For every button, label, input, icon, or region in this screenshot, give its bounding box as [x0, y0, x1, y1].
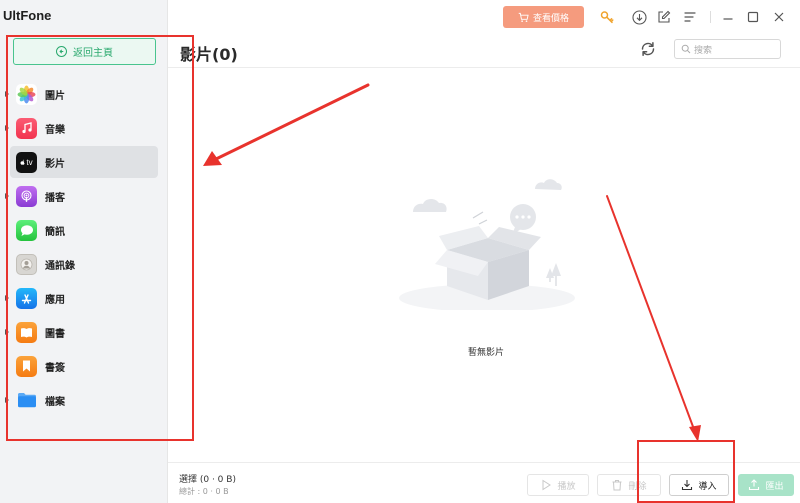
- photos-icon: [16, 83, 37, 105]
- sidebar-item-label: 通訊錄: [45, 260, 75, 272]
- sidebar-item-label: 書簽: [45, 362, 65, 374]
- sidebar-item-photos[interactable]: 圖片: [5, 78, 158, 110]
- bookmark-icon: [16, 355, 37, 377]
- podcast-icon: [16, 185, 37, 207]
- selection-status: 選擇 (0 · 0 B): [179, 475, 236, 485]
- import-label: 導入: [698, 481, 717, 492]
- refresh-icon[interactable]: [639, 40, 657, 58]
- sidebar-item-label: 圖書: [45, 328, 65, 340]
- minimize-icon[interactable]: [720, 9, 736, 25]
- sidebar-item-contacts[interactable]: 通訊錄: [10, 248, 158, 280]
- sidebar-item-apps[interactable]: 應用: [5, 282, 158, 314]
- view-price-button[interactable]: 查看價格: [503, 6, 584, 28]
- page-title: 影片(0): [180, 45, 238, 64]
- import-icon: [682, 480, 693, 491]
- export-label: 匯出: [765, 481, 784, 492]
- import-button[interactable]: 導入: [669, 474, 729, 496]
- menu-icon[interactable]: [682, 9, 698, 25]
- delete-button[interactable]: 刪除: [597, 474, 661, 496]
- sidebar-item-files[interactable]: 檔案: [5, 384, 158, 416]
- toolbar-separator: [710, 11, 711, 23]
- sidebar-item-label: 簡訊: [45, 226, 65, 238]
- view-price-label: 查看價格: [532, 13, 569, 24]
- tv-icon: tv: [16, 151, 37, 173]
- cart-icon: [518, 12, 529, 22]
- sidebar-item-podcasts[interactable]: 播客: [5, 180, 158, 212]
- sidebar-item-bookmarks[interactable]: 書簽: [10, 350, 158, 382]
- back-home-button[interactable]: 返回主頁: [13, 38, 156, 65]
- export-icon: [749, 479, 760, 491]
- key-icon[interactable]: [599, 9, 615, 25]
- sidebar-item-label: 檔案: [45, 396, 65, 408]
- sidebar-item-label: 影片: [45, 158, 65, 170]
- feedback-edit-icon[interactable]: [656, 9, 672, 25]
- total-status: 總計 : 0 · 0 B: [179, 487, 229, 496]
- folder-icon: [16, 390, 37, 411]
- books-icon: [16, 321, 37, 343]
- trash-icon: [612, 480, 622, 491]
- export-button[interactable]: 匯出: [738, 474, 794, 496]
- messages-icon: [16, 219, 37, 241]
- empty-box-illustration: [399, 179, 575, 310]
- header-divider: [168, 67, 800, 68]
- sidebar-item-label: 播客: [45, 192, 65, 204]
- back-home-label: 返回主頁: [73, 48, 113, 59]
- music-icon: [16, 117, 37, 139]
- sidebar-item-label: 圖片: [45, 90, 65, 102]
- sidebar-item-messages[interactable]: 簡訊: [10, 214, 158, 246]
- sidebar-item-videos[interactable]: tv 影片: [10, 146, 158, 178]
- delete-label: 刪除: [628, 481, 647, 492]
- top-bar: 查看價格: [168, 0, 800, 36]
- sidebar-item-label: 音樂: [45, 124, 65, 136]
- tv-icon-text: tv: [26, 157, 33, 167]
- play-icon: [542, 479, 552, 491]
- back-arrow-icon: [56, 46, 67, 57]
- maximize-icon[interactable]: [745, 9, 761, 25]
- appstore-icon: [16, 287, 37, 309]
- play-label: 播放: [557, 481, 576, 492]
- empty-state-text: 暫無影片: [468, 348, 505, 358]
- search-icon: [681, 44, 691, 54]
- app-title: UltFone: [3, 8, 52, 23]
- search-placeholder: 搜索: [694, 45, 713, 56]
- sidebar-item-label: 應用: [45, 294, 65, 306]
- sidebar: UltFone 返回主頁 圖片 音樂 tv 影片 播客 簡訊 通訊錄 應用 圖書…: [0, 0, 168, 503]
- search-input[interactable]: 搜索: [674, 39, 781, 59]
- download-icon[interactable]: [631, 9, 647, 25]
- app-window: UltFone 返回主頁 圖片 音樂 tv 影片 播客 簡訊 通訊錄 應用 圖書…: [0, 0, 800, 503]
- sidebar-item-books[interactable]: 圖書: [5, 316, 158, 348]
- play-button[interactable]: 播放: [527, 474, 589, 496]
- close-icon[interactable]: [771, 9, 787, 25]
- sidebar-item-music[interactable]: 音樂: [5, 112, 158, 144]
- contacts-icon: [16, 253, 37, 275]
- footer-divider: [168, 462, 800, 463]
